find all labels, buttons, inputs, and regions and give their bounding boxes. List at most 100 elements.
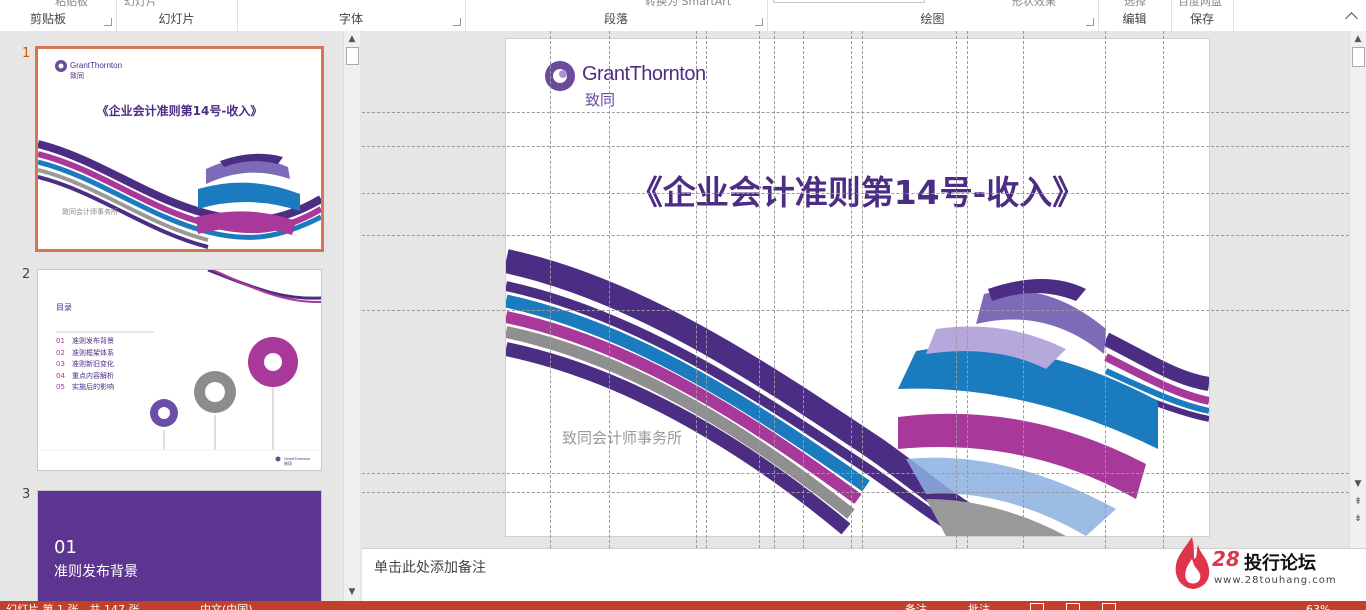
- slide-thumbnail-2[interactable]: 目录 01 准则发布背景 02 准则框架体系 03 准则新旧变化 04 重点内容解析 0…: [37, 269, 322, 471]
- watermark-logo: 28 投行论坛 www.28touhang.com: [1172, 537, 1362, 599]
- guide-line[interactable]: [362, 492, 1349, 493]
- guide-line[interactable]: [362, 112, 1349, 113]
- ribbon-group-label: 编辑: [1122, 12, 1147, 26]
- guide-line[interactable]: [1023, 31, 1024, 548]
- guide-line[interactable]: [956, 31, 957, 548]
- toc-list: 01 准则发布背景 02 准则框架体系 03 准则新旧变化 04 重点内容解析 05 实施…: [56, 336, 114, 394]
- dialog-launcher-icon[interactable]: [104, 18, 112, 26]
- watermark-brand: 投行论坛: [1244, 553, 1316, 574]
- guide-line[interactable]: [362, 193, 1349, 194]
- ribbon-cut-text: 转换为 SmartArt: [645, 0, 732, 8]
- ribbon-group-label: 段落: [603, 12, 628, 26]
- slide-logo-text: GrantThornton: [582, 63, 706, 85]
- thumbnail-footer: 致同会计师事务所: [62, 208, 118, 216]
- scroll-up-icon[interactable]: ▲: [1350, 31, 1366, 47]
- comments-toggle-button[interactable]: 批注: [968, 601, 990, 610]
- flame-icon: [1175, 537, 1210, 589]
- guide-line[interactable]: [967, 31, 968, 548]
- slide-subtitle[interactable]: 致同会计师事务所: [562, 427, 682, 448]
- guide-line[interactable]: [851, 31, 852, 548]
- zoom-level[interactable]: 63%: [1306, 601, 1330, 610]
- dialog-launcher-icon[interactable]: [1086, 18, 1094, 26]
- thumbnail-title: 《企业会计准则第14号-收入》: [96, 104, 263, 118]
- thumbnail-logo-text: GrantThornton: [70, 61, 123, 70]
- section-title: 准则发布背景: [54, 564, 138, 580]
- thumbnail-number: 3: [22, 487, 31, 502]
- dialog-launcher-icon[interactable]: [755, 18, 763, 26]
- ribbon-group-label: 剪贴板: [29, 12, 66, 26]
- guide-line[interactable]: [362, 310, 1349, 311]
- guide-line[interactable]: [774, 31, 775, 548]
- notes-toggle-button[interactable]: 备注: [905, 601, 927, 610]
- ribbon-group-label: 幻灯片: [158, 12, 195, 26]
- dialog-launcher-icon[interactable]: [453, 18, 461, 26]
- editor-scrollbar[interactable]: ▲ ▼ ⇞ ⇟: [1349, 31, 1366, 548]
- toc-item: 05 实施后的影响: [56, 383, 114, 391]
- guide-line[interactable]: [696, 31, 697, 548]
- scroll-thumb[interactable]: [1352, 47, 1365, 67]
- guide-line[interactable]: [609, 31, 610, 548]
- toc-heading: 目录: [56, 303, 72, 312]
- ribbon-cut-text: 粘贴板: [55, 0, 88, 8]
- guide-line[interactable]: [803, 31, 804, 548]
- status-slide-count: 幻灯片 第 1 张，共 147 张: [6, 603, 140, 610]
- thumbnail-logo-cn: 致同: [70, 72, 84, 80]
- notes-placeholder[interactable]: 单击此处添加备注: [374, 557, 486, 577]
- thumbnail-number: 1: [22, 46, 31, 61]
- toc-item: 02 准则框架体系: [56, 348, 114, 357]
- previous-slide-icon[interactable]: ⇞: [1350, 494, 1366, 510]
- ribbon-group-label: 字体: [338, 12, 363, 26]
- guide-line[interactable]: [362, 146, 1349, 147]
- ribbon-cut-text: 形状效果: [1012, 0, 1056, 8]
- scroll-down-icon[interactable]: ▼: [1350, 476, 1366, 492]
- scroll-thumb[interactable]: [346, 47, 359, 65]
- ribbon-group-clipboard: 粘贴板 剪贴板: [0, 0, 117, 31]
- ribbon-group-label: 绘图: [920, 12, 945, 26]
- watermark-url: www.28touhang.com: [1214, 575, 1337, 586]
- slide-sorter-icon[interactable]: [1066, 603, 1080, 610]
- guide-line[interactable]: [1105, 31, 1106, 548]
- toc-item: 01 准则发布背景: [56, 337, 114, 345]
- notes-pane[interactable]: 单击此处添加备注 28 投行论坛 www.28touhang.com: [362, 537, 1366, 602]
- guide-line[interactable]: [759, 31, 760, 548]
- ribbon-group-paragraph: 转换为 SmartArt 段落: [465, 0, 768, 31]
- shape-gallery-edge[interactable]: [773, 0, 925, 3]
- status-language[interactable]: 中文(中国): [200, 601, 253, 610]
- guide-line[interactable]: [706, 31, 707, 548]
- toc-item: 04 重点内容解析: [56, 371, 114, 380]
- scroll-up-icon[interactable]: ▲: [344, 31, 360, 47]
- normal-view-icon[interactable]: [1030, 603, 1044, 610]
- ribbon: 粘贴板 剪贴板 幻灯片 幻灯片 字体 转换为 SmartArt 段落 形状效果 …: [0, 0, 1366, 32]
- ribbon-group-editing: 选择 编辑: [1098, 0, 1172, 31]
- ribbon-group-label: 保存: [1189, 12, 1214, 26]
- ribbon-cut-text: 选择: [1124, 0, 1146, 8]
- ribbon-cut-text: 百度网盘: [1178, 0, 1222, 8]
- slide-ribbon-graphic: [506, 61, 1209, 536]
- next-slide-icon[interactable]: ⇟: [1350, 511, 1366, 527]
- watermark-number: 28: [1212, 547, 1240, 571]
- ribbon-group-font: 字体: [237, 0, 466, 31]
- slide-title[interactable]: 《企业会计准则第14号-收入》: [506, 166, 1209, 214]
- ribbon-group-slides: 幻灯片 幻灯片: [116, 0, 238, 31]
- slide-thumbnail-pane[interactable]: 1 GrantThornton 致同 《企业会计准则第14号-收入》 致同会计师…: [0, 31, 343, 601]
- section-number: 01: [54, 537, 77, 558]
- thumbnail-scrollbar[interactable]: ▲ ▼: [343, 31, 360, 601]
- ribbon-cut-text: 幻灯片: [124, 0, 157, 8]
- guide-line[interactable]: [362, 473, 1349, 474]
- collapse-ribbon-icon[interactable]: [1345, 12, 1358, 25]
- slide-editor[interactable]: GrantThornton 致同 《企业会计准则第14号-收入》 致同会计师事务…: [362, 31, 1349, 548]
- ribbon-group-save: 百度网盘 保存: [1171, 0, 1234, 31]
- guide-line[interactable]: [1163, 31, 1164, 548]
- status-bar: 幻灯片 第 1 张，共 147 张 中文(中国) 备注 批注 63%: [0, 601, 1366, 610]
- slide-thumbnail-3[interactable]: 01 准则发布背景: [37, 490, 322, 601]
- guide-line[interactable]: [550, 31, 551, 548]
- thumbnail-logo-cn: 致同: [284, 461, 292, 466]
- guide-line[interactable]: [862, 31, 863, 548]
- reading-view-icon[interactable]: [1102, 603, 1116, 610]
- guide-line[interactable]: [362, 235, 1349, 236]
- ribbon-group-drawing: 形状效果 绘图: [767, 0, 1099, 31]
- toc-item: 03 准则新旧变化: [56, 360, 114, 368]
- scroll-down-icon[interactable]: ▼: [344, 584, 360, 600]
- slide-thumbnail-1[interactable]: GrantThornton 致同 《企业会计准则第14号-收入》 致同会计师事务…: [35, 46, 324, 252]
- slide-logo-cn: 致同: [585, 91, 616, 109]
